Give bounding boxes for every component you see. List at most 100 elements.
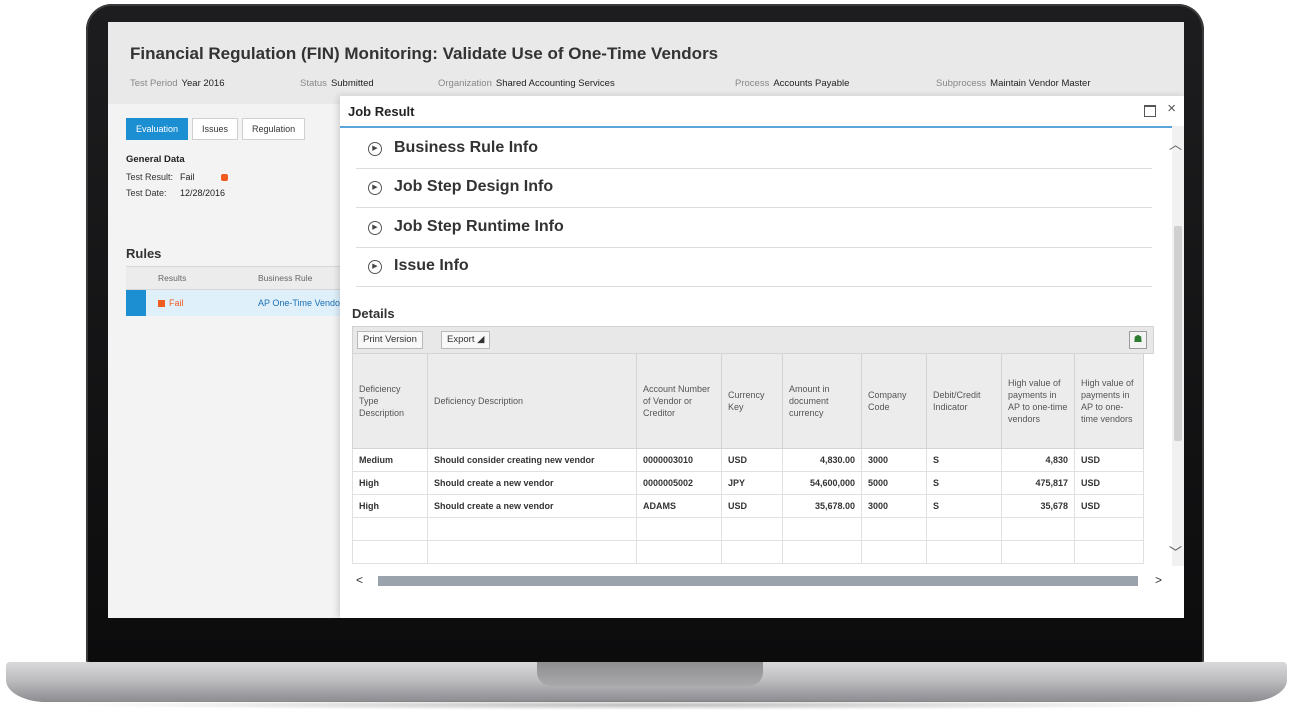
- column-header[interactable]: Currency Key: [721, 353, 783, 449]
- header-field-test-period: Test Period Year 2016: [130, 78, 225, 89]
- column-header[interactable]: Deficiency Type Description: [352, 353, 428, 449]
- header-field-status: Status Submitted: [300, 78, 374, 89]
- tab-evaluation[interactable]: Evaluation: [126, 118, 189, 140]
- tab-regulation[interactable]: Regulation: [242, 118, 306, 140]
- table-row-empty: [352, 540, 1144, 564]
- table-cell: USD: [1074, 448, 1144, 472]
- table-cell: JPY: [721, 471, 783, 495]
- table-cell: S: [926, 494, 1002, 518]
- table-cell: High: [352, 471, 428, 495]
- table-cell: 4,830: [1001, 448, 1075, 472]
- section-issue-info[interactable]: ▶ Issue Info: [356, 248, 1152, 287]
- table-cell: High: [352, 494, 428, 518]
- header-field-key: Subprocess: [936, 78, 987, 89]
- column-header[interactable]: Amount in document currency: [782, 353, 862, 449]
- print-version-button[interactable]: Print Version: [357, 331, 423, 349]
- rule-result: Fail: [158, 298, 184, 308]
- table-row[interactable]: High Should create a new vendor ADAMS US…: [352, 494, 1144, 518]
- vertical-scrollbar-thumb[interactable]: [1174, 226, 1182, 441]
- header-field-value: Maintain Vendor Master: [990, 78, 1091, 89]
- details-title: Details: [352, 306, 395, 321]
- row-selector[interactable]: [126, 290, 146, 316]
- chevron-up-icon[interactable]: ︿: [1169, 134, 1182, 153]
- column-header[interactable]: Account Number of Vendor or Creditor: [636, 353, 722, 449]
- rules-col-results: Results: [158, 273, 187, 283]
- header-field-value: Submitted: [330, 78, 374, 89]
- section-job-step-design-info[interactable]: ▶ Job Step Design Info: [356, 169, 1152, 208]
- test-result-row: Test Result: Fail: [126, 172, 228, 182]
- table-cell: Should create a new vendor: [427, 494, 637, 518]
- expand-icon[interactable]: ▶: [368, 260, 382, 274]
- table-cell: S: [926, 448, 1002, 472]
- export-label: Export: [447, 334, 475, 345]
- table-cell: Should create a new vendor: [427, 471, 637, 495]
- table-cell: 475,817: [1001, 471, 1075, 495]
- table-cell: Medium: [352, 448, 428, 472]
- chevron-down-icon[interactable]: ﹀: [1169, 542, 1182, 561]
- table-cell: 0000003010: [636, 448, 722, 472]
- tab-bar: Evaluation Issues Regulation: [126, 118, 309, 140]
- table-cell: USD: [1074, 494, 1144, 518]
- dialog-header: Job Result ×: [340, 96, 1184, 128]
- left-pane: Evaluation Issues Regulation General Dat…: [108, 104, 349, 618]
- table-cell: 4,830.00: [782, 448, 862, 472]
- table-header-row: Deficiency Type Description Deficiency D…: [352, 353, 1144, 449]
- column-header[interactable]: Debit/Credit Indicator: [926, 353, 1002, 449]
- rules-row[interactable]: Fail AP One-Time Vendo: [126, 290, 348, 316]
- laptop-notch: [537, 662, 763, 686]
- table-cell: S: [926, 471, 1002, 495]
- header-field-key: Process: [735, 78, 770, 89]
- vertical-scrollbar[interactable]: [1172, 126, 1184, 566]
- header-field-value: Year 2016: [181, 78, 225, 89]
- personalize-icon[interactable]: ☗: [1129, 331, 1147, 349]
- section-label: Issue Info: [394, 257, 469, 274]
- section-job-step-runtime-info[interactable]: ▶ Job Step Runtime Info: [356, 209, 1152, 248]
- expand-icon[interactable]: ▶: [368, 221, 382, 235]
- rules-table-header: Results Business Rule: [126, 266, 348, 290]
- test-result-label: Test Result:: [126, 172, 174, 182]
- column-header[interactable]: High value of payments in AP to one-time…: [1001, 353, 1075, 449]
- table-cell: 54,600,000: [782, 471, 862, 495]
- table-cell: USD: [1074, 471, 1144, 495]
- test-date-value: 12/28/2016: [180, 188, 226, 198]
- chevron-left-icon[interactable]: <: [356, 573, 363, 587]
- header-field-value: Accounts Payable: [773, 78, 850, 89]
- header-field-process: Process Accounts Payable: [735, 78, 849, 89]
- column-header[interactable]: High value of payments in AP to one-time…: [1074, 353, 1144, 449]
- details-table: Deficiency Type Description Deficiency D…: [352, 353, 1144, 564]
- table-cell: Should consider creating new vendor: [427, 448, 637, 472]
- horizontal-scrollbar-thumb[interactable]: [378, 576, 1138, 586]
- test-date-row: Test Date: 12/28/2016: [126, 188, 225, 198]
- rule-business-rule-link[interactable]: AP One-Time Vendo: [258, 298, 340, 308]
- expand-icon[interactable]: ▶: [368, 181, 382, 195]
- table-cell: 0000005002: [636, 471, 722, 495]
- table-cell: ADAMS: [636, 494, 722, 518]
- chevron-right-icon[interactable]: >: [1155, 573, 1162, 587]
- expand-icon[interactable]: ▶: [368, 142, 382, 156]
- export-button[interactable]: Export ◢: [441, 331, 491, 349]
- rules-col-business-rule: Business Rule: [258, 273, 313, 283]
- header-field-value: Shared Accounting Services: [495, 78, 615, 89]
- horizontal-scrollbar[interactable]: < >: [352, 573, 1162, 588]
- header-field-key: Status: [300, 78, 327, 89]
- screen: Financial Regulation (FIN) Monitoring: V…: [108, 22, 1184, 618]
- dialog-title: Job Result: [348, 104, 415, 119]
- tab-issues[interactable]: Issues: [192, 118, 239, 140]
- column-header[interactable]: Deficiency Description: [427, 353, 637, 449]
- table-cell: 35,678: [1001, 494, 1075, 518]
- table-cell: USD: [721, 448, 783, 472]
- column-header[interactable]: Company Code: [861, 353, 927, 449]
- maximize-icon[interactable]: [1144, 105, 1156, 117]
- close-icon[interactable]: ×: [1167, 100, 1176, 117]
- rules-title: Rules: [126, 246, 162, 261]
- section-label: Job Step Design Info: [394, 178, 554, 195]
- table-row-empty: [352, 517, 1144, 541]
- table-cell: 3000: [861, 494, 927, 518]
- test-result-value: Fail: [180, 172, 195, 182]
- table-row[interactable]: Medium Should consider creating new vend…: [352, 448, 1144, 472]
- laptop-shadow: [60, 700, 1233, 710]
- table-cell: USD: [721, 494, 783, 518]
- table-row[interactable]: High Should create a new vendor 00000050…: [352, 471, 1144, 495]
- section-business-rule-info[interactable]: ▶ Business Rule Info: [356, 130, 1152, 169]
- header-field-key: Organization: [438, 78, 492, 89]
